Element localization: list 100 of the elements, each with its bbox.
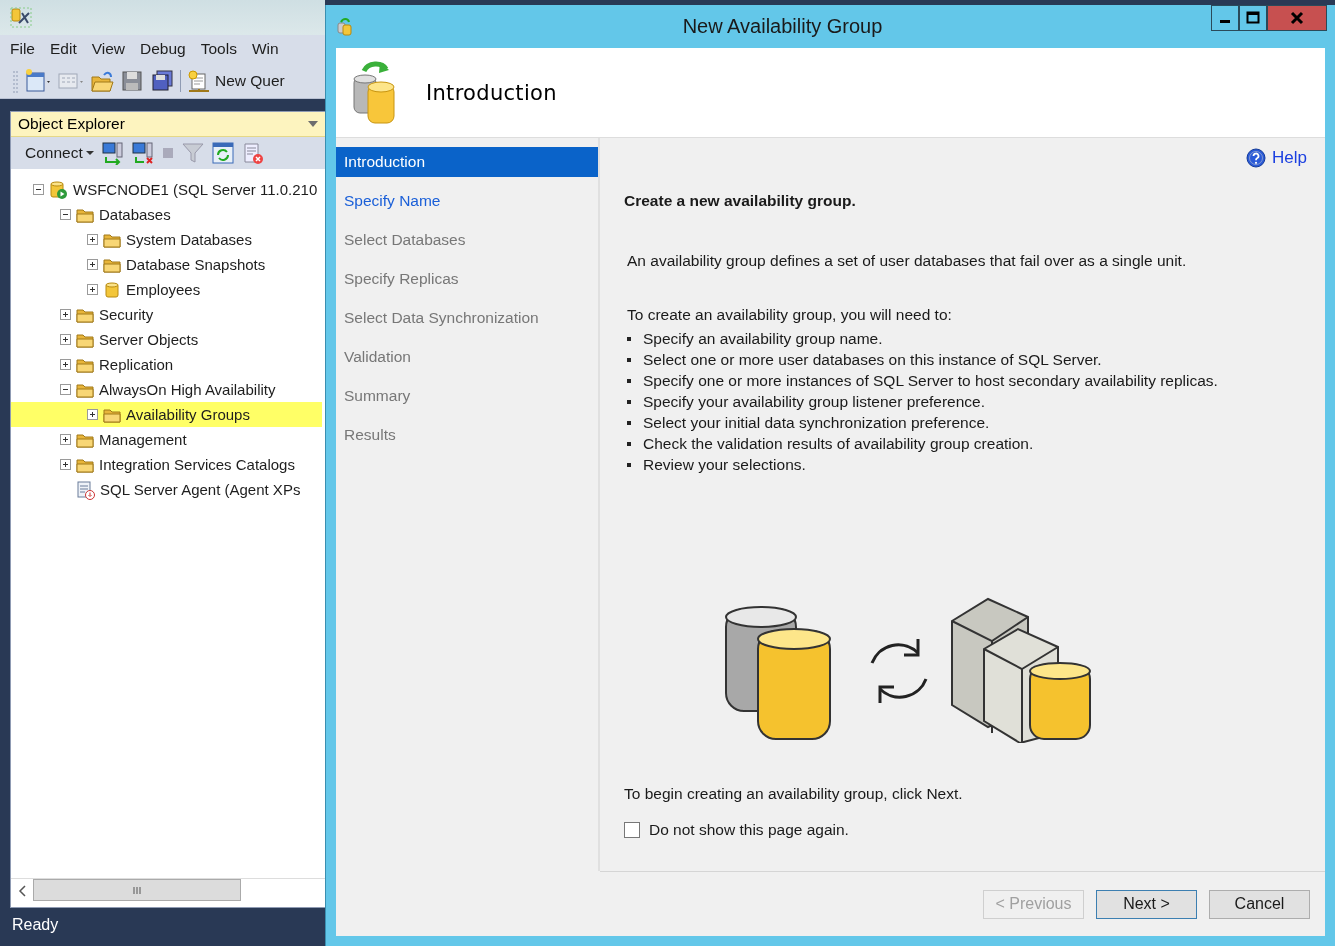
caret-icon [85,151,94,155]
folder-icon [103,256,121,273]
collapse-icon[interactable] [33,184,44,195]
tree-item-label: WSFCNODE1 (SQL Server 11.0.210 [73,181,318,198]
tree-row[interactable]: SQL Server Agent (Agent XPs [11,477,322,502]
bullet-icon [627,462,631,467]
folder-icon [76,331,94,348]
folder-icon [103,406,121,423]
bullet-icon [627,336,631,341]
checkbox-label: Do not show this page again. [649,821,849,839]
tree-row[interactable]: Integration Services Catalogs [11,452,322,477]
maximize-icon[interactable] [1239,5,1267,31]
scrollbar-thumb-icon[interactable] [33,879,241,902]
wizard-app-icon [336,16,354,37]
expand-icon[interactable] [60,434,71,445]
expand-icon[interactable] [60,359,71,370]
bullet-text: Specify one or more instances of SQL Server to host secondary availability replicas. [643,371,1218,391]
page-title: Introduction [426,80,557,105]
bullet-text: Specify an availability group name. [643,329,883,349]
tree-row[interactable]: Security [11,302,322,327]
tree-item-label: System Databases [126,231,252,248]
dropdown-icon[interactable] [307,119,319,129]
tree-row[interactable]: Replication [11,352,322,377]
close-icon[interactable] [1267,5,1327,31]
tree-row[interactable]: Availability Groups [11,402,322,427]
disconnect-server-icon[interactable] [131,141,154,165]
expand-icon[interactable] [60,309,71,320]
tree-item-label: Server Objects [99,331,199,348]
tree-row[interactable]: Management [11,427,322,452]
folder-icon [76,456,94,473]
menu-item[interactable]: View [91,40,126,58]
panel-title: Object Explorer [18,115,125,133]
tree-row[interactable]: AlwaysOn High Availability [11,377,322,402]
wizard-step[interactable]: Specify Name [336,186,598,216]
collapse-icon[interactable] [60,209,71,220]
bullet-icon [627,441,631,446]
connect-server-icon[interactable] [101,141,124,165]
save-icon[interactable] [120,68,144,93]
expand-icon[interactable] [87,284,98,295]
tree-item-label: Employees [126,281,201,298]
list-intro-text: To create an availability group, you will need to: [627,306,953,324]
tree-item-label: Availability Groups [126,406,250,423]
collapse-icon[interactable] [60,384,71,395]
tree-item-label: Security [99,306,154,323]
connect-button[interactable]: Connect [25,144,94,162]
tree-item-label: Database Snapshots [126,256,266,273]
tree-row[interactable]: Employees [11,277,322,302]
tree-item-label: Databases [99,206,171,223]
bullet-text: Select one or more user databases on this instance of SQL Server. [643,350,1102,370]
minimize-icon[interactable] [1211,5,1239,31]
new-query-button[interactable]: New Quer [215,71,285,90]
folder-icon [76,206,94,223]
bullet-icon [627,399,631,404]
folder-icon [76,306,94,323]
tree-row[interactable]: WSFCNODE1 (SQL Server 11.0.210 [11,177,322,202]
wizard-button[interactable]: Cancel [1209,889,1310,919]
wizard-button[interactable]: Next > [1096,889,1197,919]
bullet-text: Select your initial data synchronization preference. [643,413,990,433]
help-link[interactable]: Help [1272,148,1307,168]
folder-icon [103,231,121,248]
expand-icon[interactable] [87,234,98,245]
bullet-text: Check the validation results of availability group creation. [643,434,1034,454]
bullet-text: Specify your availability group listener preference. [643,392,986,412]
instruction-text: To begin creating an availability group, click Next. [624,785,964,803]
save-all-icon[interactable] [150,68,174,93]
tree-item-label: Management [99,431,187,448]
window-title: New Availability Group [681,15,884,38]
checkbox[interactable] [624,822,640,838]
menu-item[interactable]: Tools [200,40,237,58]
tree-item-label: Replication [99,356,174,373]
section-heading: Create a new availability group. [624,192,857,210]
server-running-icon [49,180,68,199]
tree-row[interactable]: System Databases [11,227,322,252]
tree-row[interactable]: Database Snapshots [11,252,322,277]
database-sync-icon [350,58,398,127]
folder-icon [76,356,94,373]
menu-item[interactable]: Win [251,40,279,58]
bullet-text: Review your selections. [643,455,806,475]
menu-item[interactable]: Edit [50,40,77,58]
description-text: An availability group defines a set of user databases that fail over as a single unit. [627,252,1188,270]
bullet-icon [627,378,631,383]
tools-app-icon [10,6,32,29]
tree-row[interactable]: Databases [11,202,322,227]
tree-row[interactable]: Server Objects [11,327,322,352]
folder-icon [76,431,94,448]
help-icon[interactable] [1246,148,1267,168]
menu-item[interactable]: File [10,40,35,58]
wizard-step[interactable]: Introduction [336,147,598,177]
expand-icon[interactable] [87,259,98,270]
expand-icon[interactable] [87,409,98,420]
new-project-icon[interactable] [24,67,51,94]
expand-icon[interactable] [60,334,71,345]
menu-item[interactable]: Debug [140,40,186,58]
folder-icon [76,381,94,398]
database-icon [103,280,121,299]
bullet-icon [627,357,631,362]
cancel-script-icon[interactable] [241,142,264,164]
tree-item-label: SQL Server Agent (Agent XPs [100,481,301,498]
expand-icon[interactable] [60,459,71,470]
refresh-icon[interactable] [211,142,234,164]
